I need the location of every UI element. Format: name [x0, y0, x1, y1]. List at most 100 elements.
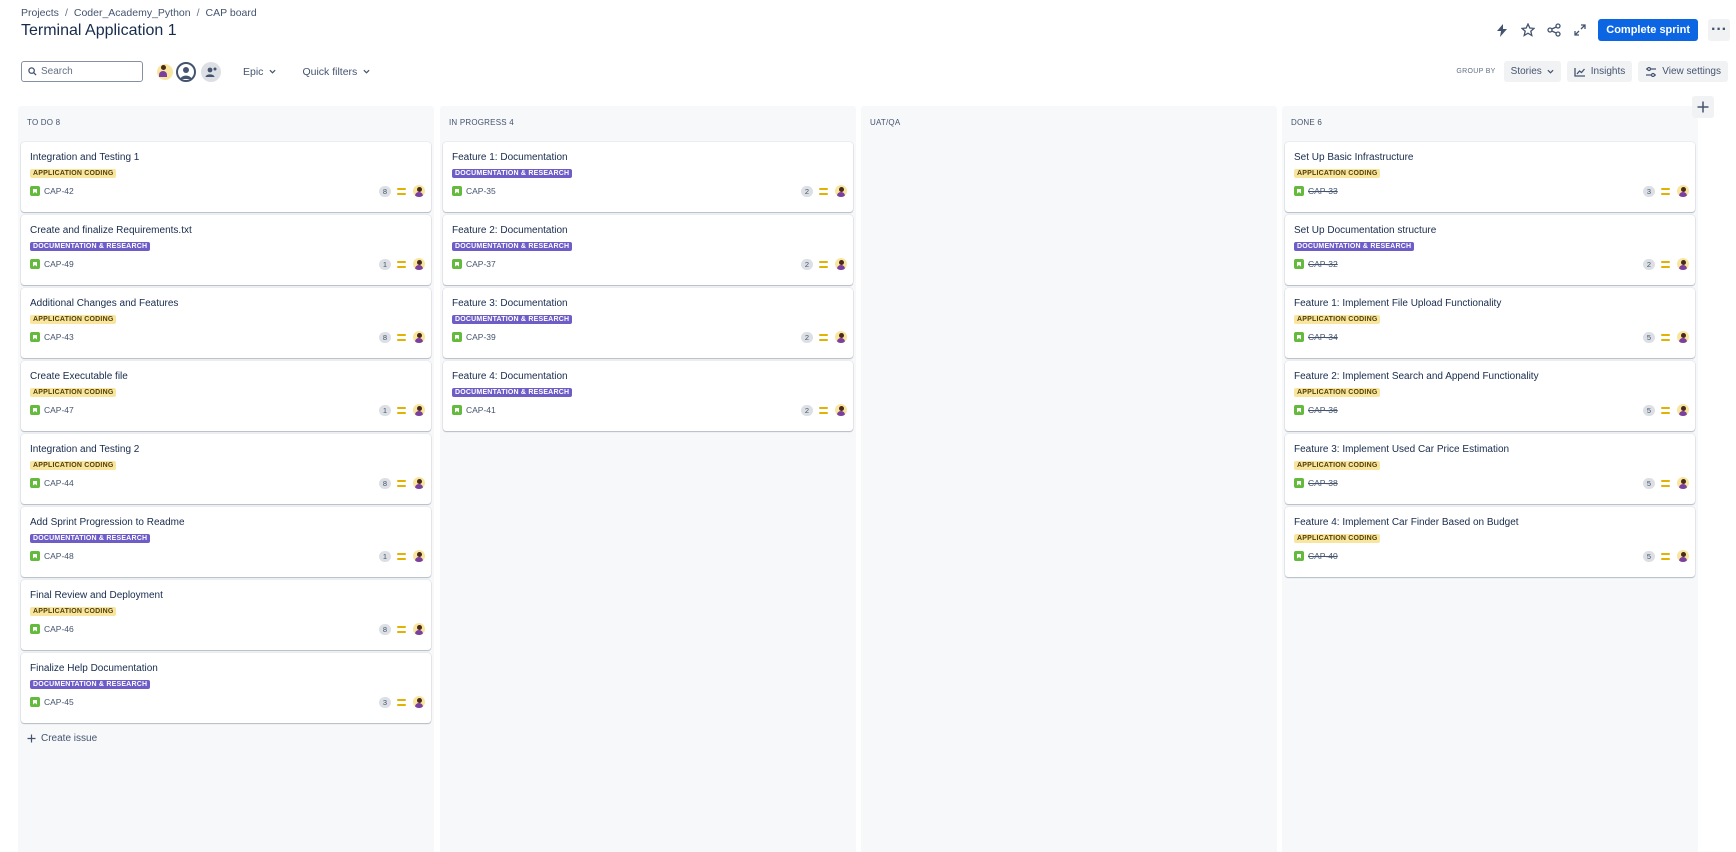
issue-key[interactable]: CAP-39	[466, 332, 496, 342]
issue-card[interactable]: Feature 1: Documentation DOCUMENTATION &…	[443, 142, 853, 212]
story-points-badge: 1	[379, 404, 391, 416]
story-icon	[452, 405, 462, 415]
insights-button[interactable]: Insights	[1566, 61, 1633, 82]
issue-key[interactable]: CAP-44	[44, 478, 74, 488]
assignee-avatar[interactable]	[1677, 404, 1689, 416]
card-title: Feature 4: Documentation	[452, 371, 568, 382]
priority-medium-icon	[397, 260, 406, 268]
issue-key[interactable]: CAP-36	[1308, 405, 1338, 415]
lightning-icon[interactable]	[1494, 22, 1510, 38]
breadcrumb-board[interactable]: CAP board	[206, 7, 257, 19]
more-actions-button[interactable]: ···	[1708, 19, 1730, 41]
issue-card[interactable]: Finalize Help Documentation DOCUMENTATIO…	[21, 653, 431, 723]
fullscreen-icon[interactable]	[1572, 22, 1588, 38]
assignee-avatar[interactable]	[413, 477, 425, 489]
epic-filter-button[interactable]: Epic	[235, 66, 284, 78]
column-header: UAT/QA	[870, 118, 901, 127]
epic-lozenge: APPLICATION CODING	[1294, 169, 1381, 178]
card-title: Additional Changes and Features	[30, 298, 179, 309]
issue-key[interactable]: CAP-49	[44, 259, 74, 269]
plus-icon	[27, 734, 36, 743]
issue-key[interactable]: CAP-46	[44, 624, 74, 634]
issue-card[interactable]: Integration and Testing 2 APPLICATION CO…	[21, 434, 431, 504]
issue-key[interactable]: CAP-32	[1308, 259, 1338, 269]
assignee-avatar[interactable]	[413, 404, 425, 416]
priority-medium-icon	[397, 698, 406, 706]
assignee-avatar[interactable]	[413, 258, 425, 270]
story-icon	[452, 332, 462, 342]
quick-filters-label: Quick filters	[302, 65, 358, 78]
issue-card[interactable]: Feature 2: Implement Search and Append F…	[1285, 361, 1695, 431]
assignee-avatar[interactable]	[835, 258, 847, 270]
assignee-avatar[interactable]	[1677, 185, 1689, 197]
assignee-avatar[interactable]	[413, 550, 425, 562]
story-points-badge: 2	[801, 404, 813, 416]
issue-key[interactable]: CAP-35	[466, 186, 496, 196]
assignee-avatar[interactable]	[413, 185, 425, 197]
card-title: Feature 2: Documentation	[452, 225, 568, 236]
avatar-default[interactable]	[176, 61, 196, 82]
story-icon	[30, 186, 40, 196]
assignee-avatar[interactable]	[1677, 331, 1689, 343]
epic-lozenge: APPLICATION CODING	[1294, 315, 1381, 324]
issue-key[interactable]: CAP-41	[466, 405, 496, 415]
assignee-avatar[interactable]	[835, 404, 847, 416]
assignee-avatar[interactable]	[413, 331, 425, 343]
group-by-select[interactable]: Stories	[1503, 61, 1561, 82]
chevron-down-icon	[1547, 69, 1554, 74]
search-field[interactable]	[21, 61, 143, 82]
issue-key[interactable]: CAP-34	[1308, 332, 1338, 342]
issue-card[interactable]: Final Review and Deployment APPLICATION …	[21, 580, 431, 650]
story-icon	[1294, 186, 1304, 196]
complete-sprint-button[interactable]: Complete sprint	[1598, 19, 1698, 41]
issue-card[interactable]: Feature 1: Implement File Upload Functio…	[1285, 288, 1695, 358]
issue-card[interactable]: Create Executable file APPLICATION CODIN…	[21, 361, 431, 431]
issue-card[interactable]: Feature 2: Documentation DOCUMENTATION &…	[443, 215, 853, 285]
issue-key[interactable]: CAP-45	[44, 697, 74, 707]
card-title: Feature 1: Documentation	[452, 152, 568, 163]
issue-card[interactable]: Set Up Basic Infrastructure APPLICATION …	[1285, 142, 1695, 212]
issue-key[interactable]: CAP-38	[1308, 478, 1338, 488]
issue-key[interactable]: CAP-33	[1308, 186, 1338, 196]
issue-card[interactable]: Feature 3: Documentation DOCUMENTATION &…	[443, 288, 853, 358]
issue-card[interactable]: Add Sprint Progression to Readme DOCUMEN…	[21, 507, 431, 577]
issue-key[interactable]: CAP-47	[44, 405, 74, 415]
issue-card[interactable]: Additional Changes and Features APPLICAT…	[21, 288, 431, 358]
issue-card[interactable]: Integration and Testing 1 APPLICATION CO…	[21, 142, 431, 212]
breadcrumb-projects[interactable]: Projects	[21, 7, 59, 19]
assignee-avatar[interactable]	[1677, 550, 1689, 562]
quick-filters-button[interactable]: Quick filters	[294, 66, 378, 78]
story-points-badge: 2	[1643, 258, 1655, 270]
view-settings-button[interactable]: View settings	[1638, 61, 1728, 82]
issue-card[interactable]: Feature 3: Implement Used Car Price Esti…	[1285, 434, 1695, 504]
issue-card[interactable]: Create and finalize Requirements.txt DOC…	[21, 215, 431, 285]
add-people-icon[interactable]	[201, 61, 221, 82]
star-icon[interactable]	[1520, 22, 1536, 38]
assignee-avatar[interactable]	[1677, 477, 1689, 489]
create-issue-button[interactable]: Create issue	[27, 733, 97, 744]
add-column-button[interactable]	[1692, 96, 1714, 118]
issue-card[interactable]: Set Up Documentation structure DOCUMENTA…	[1285, 215, 1695, 285]
issue-key[interactable]: CAP-37	[466, 259, 496, 269]
epic-lozenge: APPLICATION CODING	[1294, 461, 1381, 470]
issue-key[interactable]: CAP-43	[44, 332, 74, 342]
priority-medium-icon	[397, 552, 406, 560]
breadcrumb: Projects / Coder_Academy_Python / CAP bo…	[21, 7, 257, 19]
assignee-avatar[interactable]	[835, 331, 847, 343]
priority-medium-icon	[397, 479, 406, 487]
share-icon[interactable]	[1546, 22, 1562, 38]
search-input[interactable]	[41, 66, 131, 77]
issue-card[interactable]: Feature 4: Implement Car Finder Based on…	[1285, 507, 1695, 577]
issue-key[interactable]: CAP-42	[44, 186, 74, 196]
priority-medium-icon	[397, 187, 406, 195]
column-in-progress: IN PROGRESS 4 Feature 1: Documentation D…	[440, 106, 856, 852]
assignee-avatar[interactable]	[413, 696, 425, 708]
avatar[interactable]	[155, 61, 175, 82]
breadcrumb-project[interactable]: Coder_Academy_Python	[74, 7, 191, 19]
issue-key[interactable]: CAP-40	[1308, 551, 1338, 561]
assignee-avatar[interactable]	[413, 623, 425, 635]
assignee-avatar[interactable]	[1677, 258, 1689, 270]
issue-card[interactable]: Feature 4: Documentation DOCUMENTATION &…	[443, 361, 853, 431]
assignee-avatar[interactable]	[835, 185, 847, 197]
issue-key[interactable]: CAP-48	[44, 551, 74, 561]
